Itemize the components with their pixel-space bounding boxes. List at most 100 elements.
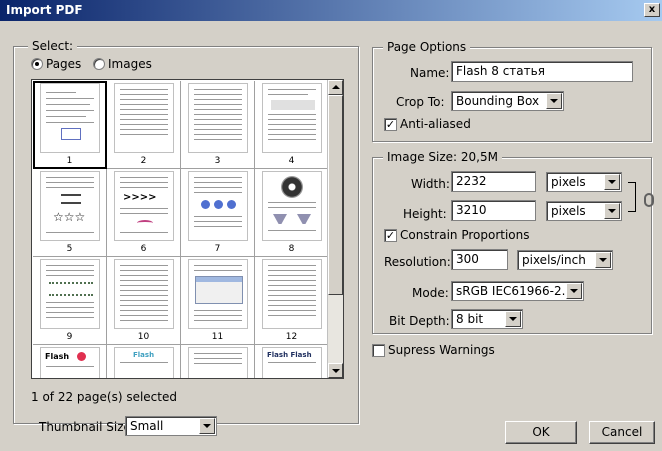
thumbnail-page-8[interactable]: 8 bbox=[255, 169, 329, 257]
thumbnail-label: 4 bbox=[288, 156, 295, 166]
resolution-unit-select[interactable]: pixels/inch bbox=[517, 250, 613, 270]
ok-button[interactable]: OK bbox=[505, 421, 577, 444]
image-size-legend: Image Size: 20,5M bbox=[383, 150, 502, 164]
page-preview: Flash Flash bbox=[262, 347, 322, 378]
suppress-warnings-label[interactable]: Supress Warnings bbox=[388, 343, 495, 357]
page-preview bbox=[40, 259, 100, 329]
chevron-down-icon[interactable] bbox=[505, 311, 521, 327]
thumbnail-page-10[interactable]: 10 bbox=[107, 257, 181, 345]
constrain-proportions-label[interactable]: Constrain Proportions bbox=[400, 228, 530, 242]
close-button[interactable]: x bbox=[644, 3, 660, 17]
thumbnail-page-16[interactable]: Flash Flash bbox=[255, 345, 329, 378]
scroll-up-button[interactable] bbox=[328, 80, 343, 95]
thumbnail-label: 8 bbox=[288, 244, 295, 254]
height-value: 3210 bbox=[456, 203, 487, 217]
pages-radio-label[interactable]: Pages bbox=[46, 57, 81, 71]
page-preview bbox=[188, 83, 248, 153]
page-preview bbox=[188, 259, 248, 329]
page-preview bbox=[262, 83, 322, 153]
width-unit-select[interactable]: pixels bbox=[546, 172, 622, 192]
width-unit-value: pixels bbox=[551, 175, 586, 189]
thumbnail-label: 2 bbox=[140, 156, 147, 166]
name-field[interactable]: Flash 8 статья bbox=[451, 61, 633, 82]
page-preview bbox=[114, 83, 174, 153]
chevron-down-icon[interactable] bbox=[604, 174, 620, 190]
thumbnail-label: 6 bbox=[140, 244, 147, 254]
bit-depth-select[interactable]: 8 bit bbox=[451, 309, 523, 329]
width-label: Width: bbox=[411, 177, 450, 191]
thumbnail-page-12[interactable]: 12 bbox=[255, 257, 329, 345]
thumbnail-size-value: Small bbox=[130, 419, 164, 433]
thumbnail-label: 3 bbox=[214, 156, 221, 166]
select-legend: Select: bbox=[28, 39, 78, 53]
thumbnail-page-9[interactable]: 9 bbox=[33, 257, 107, 345]
height-unit-select[interactable]: pixels bbox=[546, 201, 622, 221]
thumbnail-grid: 1 2 3 4 ☆☆☆ 5 >>>> 6 7 8 9 10 11 12 Flas… bbox=[33, 81, 329, 378]
page-preview bbox=[188, 171, 248, 241]
bit-depth-value: 8 bit bbox=[456, 312, 484, 326]
scroll-thumb[interactable] bbox=[328, 95, 343, 295]
selection-status: 1 of 22 page(s) selected bbox=[31, 390, 177, 404]
chevron-down-icon[interactable] bbox=[604, 203, 620, 219]
chevron-down-icon[interactable] bbox=[546, 93, 562, 109]
thumb-flash-text: Flash bbox=[45, 352, 70, 361]
thumb-flash-text: Flash bbox=[133, 351, 155, 359]
chevron-down-icon[interactable] bbox=[566, 283, 582, 299]
thumbnail-page-13[interactable]: Flash bbox=[33, 345, 107, 378]
crop-to-select[interactable]: Bounding Box bbox=[451, 91, 564, 111]
thumbnail-page-3[interactable]: 3 bbox=[181, 81, 255, 169]
anti-aliased-checkbox[interactable]: ✓ bbox=[384, 118, 397, 131]
name-value: Flash 8 статья bbox=[456, 64, 545, 78]
thumbnail-page-5[interactable]: ☆☆☆ 5 bbox=[33, 169, 107, 257]
page-preview bbox=[188, 347, 248, 378]
thumbnail-page-11[interactable]: 11 bbox=[181, 257, 255, 345]
images-radio-label[interactable]: Images bbox=[108, 57, 152, 71]
thumbnail-label: 5 bbox=[66, 244, 73, 254]
thumbnail-list[interactable]: 1 2 3 4 ☆☆☆ 5 >>>> 6 7 8 9 10 11 12 Flas… bbox=[31, 79, 344, 379]
mode-value: sRGB IEC61966-2.1 bbox=[456, 284, 574, 298]
resolution-field[interactable]: 300 bbox=[451, 249, 508, 270]
mode-select[interactable]: sRGB IEC61966-2.1 bbox=[451, 281, 584, 301]
thumbnail-page-1[interactable]: 1 bbox=[33, 81, 107, 169]
thumbnail-label: 11 bbox=[211, 332, 224, 342]
height-field[interactable]: 3210 bbox=[451, 200, 536, 221]
page-preview: ☆☆☆ bbox=[40, 171, 100, 241]
thumbnail-page-7[interactable]: 7 bbox=[181, 169, 255, 257]
height-unit-value: pixels bbox=[551, 204, 586, 218]
suppress-warnings-checkbox[interactable] bbox=[372, 344, 385, 357]
thumb-arrows-text: >>>> bbox=[123, 192, 157, 203]
thumbnail-label: 12 bbox=[285, 332, 298, 342]
anti-aliased-label[interactable]: Anti-aliased bbox=[400, 117, 471, 131]
thumbnail-size-label: Thumbnail Size: bbox=[39, 420, 135, 434]
name-label: Name: bbox=[410, 66, 450, 80]
height-label: Height: bbox=[403, 207, 447, 221]
thumbnail-page-2[interactable]: 2 bbox=[107, 81, 181, 169]
scroll-down-button[interactable] bbox=[328, 363, 343, 378]
thumb-stars-text: ☆☆☆ bbox=[53, 210, 86, 224]
mode-label: Mode: bbox=[412, 286, 449, 300]
crop-to-label: Crop To: bbox=[396, 95, 445, 109]
thumbnail-page-4[interactable]: 4 bbox=[255, 81, 329, 169]
page-preview bbox=[114, 259, 174, 329]
pages-radio[interactable] bbox=[31, 58, 43, 70]
title-bar: Import PDF x bbox=[0, 0, 662, 21]
chevron-down-icon[interactable] bbox=[595, 252, 611, 268]
thumbnail-label: 7 bbox=[214, 244, 221, 254]
images-radio[interactable] bbox=[93, 58, 105, 70]
thumbnail-page-14[interactable]: Flash bbox=[107, 345, 181, 378]
thumbnail-label: 10 bbox=[137, 332, 150, 342]
thumbnail-page-6[interactable]: >>>> 6 bbox=[107, 169, 181, 257]
chevron-down-icon[interactable] bbox=[199, 418, 215, 434]
thumb-flash-text: Flash Flash bbox=[267, 351, 312, 359]
cancel-button[interactable]: Cancel bbox=[589, 421, 655, 444]
thumbnail-size-select[interactable]: Small bbox=[125, 416, 217, 436]
thumbnail-scrollbar[interactable] bbox=[327, 80, 343, 378]
constrain-proportions-checkbox[interactable]: ✓ bbox=[384, 229, 397, 242]
width-field[interactable]: 2232 bbox=[451, 171, 536, 192]
thumbnail-label: 9 bbox=[66, 332, 73, 342]
width-value: 2232 bbox=[456, 174, 487, 188]
thumbnail-page-15[interactable] bbox=[181, 345, 255, 378]
resolution-value: 300 bbox=[456, 252, 479, 266]
thumbnail-label: 1 bbox=[66, 156, 73, 166]
bit-depth-label: Bit Depth: bbox=[389, 314, 450, 328]
